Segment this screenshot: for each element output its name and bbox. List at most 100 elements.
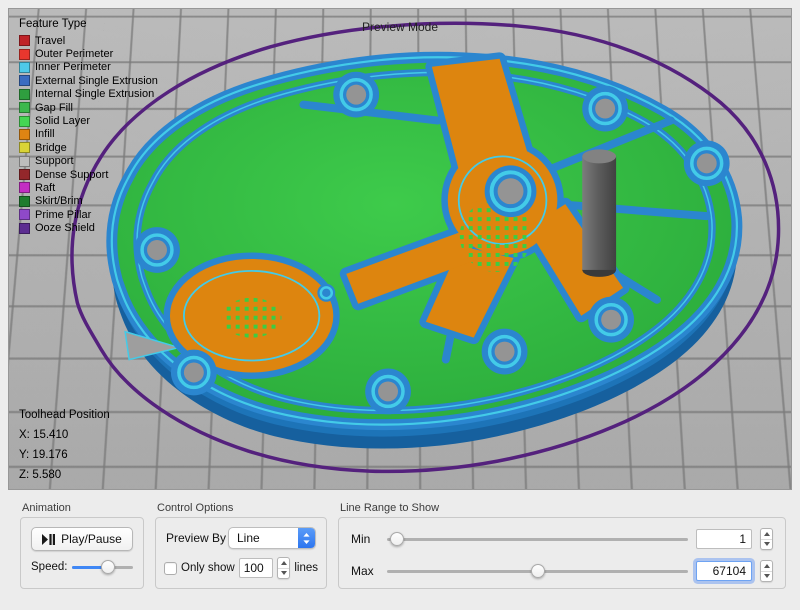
toolhead-x: X: 15.410: [19, 429, 69, 441]
legend-item: Prime Pillar: [19, 208, 158, 221]
legend-item-label: Ooze Shield: [35, 222, 95, 235]
boss-dot-infill: [221, 297, 282, 338]
legend-item: Skirt/Brim: [19, 195, 158, 208]
legend-item-label: External Single Extrusion: [35, 74, 158, 87]
control-options-group-label: Control Options: [157, 502, 234, 514]
animation-group-label: Animation: [22, 502, 71, 514]
stepper-up-icon[interactable]: [278, 558, 290, 569]
only-show-checkbox[interactable]: [164, 561, 177, 575]
legend-color-swatch: [19, 102, 30, 114]
only-show-label: Only show: [181, 562, 235, 574]
legend-title: Feature Type: [19, 18, 87, 30]
support-cylinder: [582, 149, 617, 277]
legend-item-label: Prime Pillar: [35, 208, 92, 221]
preview-by-value: Line: [237, 531, 260, 545]
legend-item: Raft: [19, 181, 158, 194]
control-options-group: Control Options Preview By Line Only sho…: [155, 502, 327, 589]
control-panel: Animation Play/Pause Speed: Control Opti…: [0, 490, 800, 610]
legend-item: Internal Single Extrusion: [19, 88, 158, 101]
legend-color-swatch: [19, 182, 30, 194]
center-hole: [484, 165, 537, 218]
toolhead-title: Toolhead Position: [19, 409, 110, 421]
control-options-group-box: Preview By Line Only show 100 lines: [155, 517, 327, 589]
app-window: Preview Mode Feature Type Travel Outer Pe…: [0, 0, 800, 610]
legend-item: Infill: [19, 128, 158, 141]
stepper-up-icon[interactable]: [761, 529, 772, 540]
legend-item-label: Skirt/Brim: [35, 195, 83, 208]
legend-color-swatch: [19, 142, 30, 154]
legend-color-swatch: [19, 88, 30, 100]
play-pause-label: Play/Pause: [61, 532, 122, 546]
stepper-down-icon[interactable]: [278, 569, 289, 579]
toolhead-z: Z: 5.580: [19, 469, 62, 481]
legend-color-swatch: [19, 195, 30, 207]
dropdown-arrows-icon: [298, 528, 315, 548]
legend-item-label: Travel: [35, 34, 66, 47]
stepper-down-icon[interactable]: [761, 540, 772, 550]
legend-color-swatch: [19, 35, 30, 47]
legend-color-swatch: [19, 115, 30, 127]
min-label: Min: [351, 532, 371, 546]
legend-item-label: Bridge: [35, 141, 67, 154]
min-slider-thumb[interactable]: [389, 532, 404, 546]
min-slider[interactable]: [387, 532, 688, 546]
preview-by-label: Preview By: [166, 531, 227, 545]
max-label: Max: [351, 564, 374, 578]
feature-type-legend: Feature Type Travel Outer Perimeter Inner …: [19, 18, 158, 235]
preview-by-dropdown[interactable]: Line: [228, 527, 316, 549]
speed-slider[interactable]: [72, 560, 133, 574]
min-stepper[interactable]: [760, 528, 773, 550]
lines-label: lines: [294, 562, 318, 574]
stepper-down-icon[interactable]: [761, 572, 772, 582]
legend-color-swatch: [19, 48, 30, 60]
only-show-stepper[interactable]: [277, 557, 291, 579]
legend-color-swatch: [19, 169, 30, 181]
line-range-group-label: Line Range to Show: [340, 502, 440, 514]
legend-item-label: Outer Perimeter: [35, 48, 114, 61]
legend-item-label: Solid Layer: [35, 115, 91, 128]
play-pause-icon: [42, 533, 56, 545]
legend-item: Ooze Shield: [19, 221, 158, 234]
legend-item-label: Inner Perimeter: [35, 61, 111, 74]
play-pause-button[interactable]: Play/Pause: [31, 527, 133, 551]
line-range-group-box: Min 1 Max 67104: [338, 517, 786, 589]
min-value-input[interactable]: 1: [696, 529, 752, 549]
max-stepper[interactable]: [760, 560, 773, 582]
legend-item-label: Support: [35, 155, 74, 168]
legend-item: Support: [19, 155, 158, 168]
small-hole: [317, 283, 336, 302]
legend-color-swatch: [19, 222, 30, 234]
legend-item: Inner Perimeter: [19, 61, 158, 74]
speed-slider-thumb[interactable]: [101, 560, 116, 574]
animation-group-box: Play/Pause Speed:: [20, 517, 144, 589]
speed-label: Speed:: [31, 561, 68, 573]
legend-items: Travel Outer Perimeter Inner Perimeter Exte…: [19, 34, 158, 235]
legend-item-label: Dense Support: [35, 168, 109, 181]
legend-item: External Single Extrusion: [19, 74, 158, 87]
legend-item: Dense Support: [19, 168, 158, 181]
line-range-group: Line Range to Show Min 1 Max 67104: [338, 502, 786, 589]
max-value-input[interactable]: 67104: [696, 561, 752, 581]
legend-color-swatch: [19, 209, 30, 221]
stepper-up-icon[interactable]: [761, 561, 772, 572]
legend-item: Solid Layer: [19, 114, 158, 127]
max-slider[interactable]: [387, 564, 688, 578]
legend-item: Bridge: [19, 141, 158, 154]
legend-item: Travel: [19, 34, 158, 47]
legend-item-label: Raft: [35, 181, 56, 194]
only-show-lines-input[interactable]: 100: [238, 558, 274, 578]
legend-item-label: Gap Fill: [35, 101, 73, 114]
legend-color-swatch: [19, 155, 30, 167]
legend-item-label: Infill: [35, 128, 55, 141]
min-slider-track: [387, 537, 688, 541]
legend-color-swatch: [19, 128, 30, 140]
legend-item: Gap Fill: [19, 101, 158, 114]
preview-viewport[interactable]: Preview Mode Feature Type Travel Outer Pe…: [8, 8, 792, 490]
legend-item: Outer Perimeter: [19, 47, 158, 60]
toolhead-position: Toolhead Position X: 15.410 Y: 19.176 Z:…: [19, 409, 110, 481]
max-slider-thumb[interactable]: [530, 564, 545, 578]
legend-item-label: Internal Single Extrusion: [35, 88, 155, 101]
legend-color-swatch: [19, 75, 30, 87]
toolhead-y: Y: 19.176: [19, 449, 68, 461]
animation-group: Animation Play/Pause Speed:: [20, 502, 144, 589]
